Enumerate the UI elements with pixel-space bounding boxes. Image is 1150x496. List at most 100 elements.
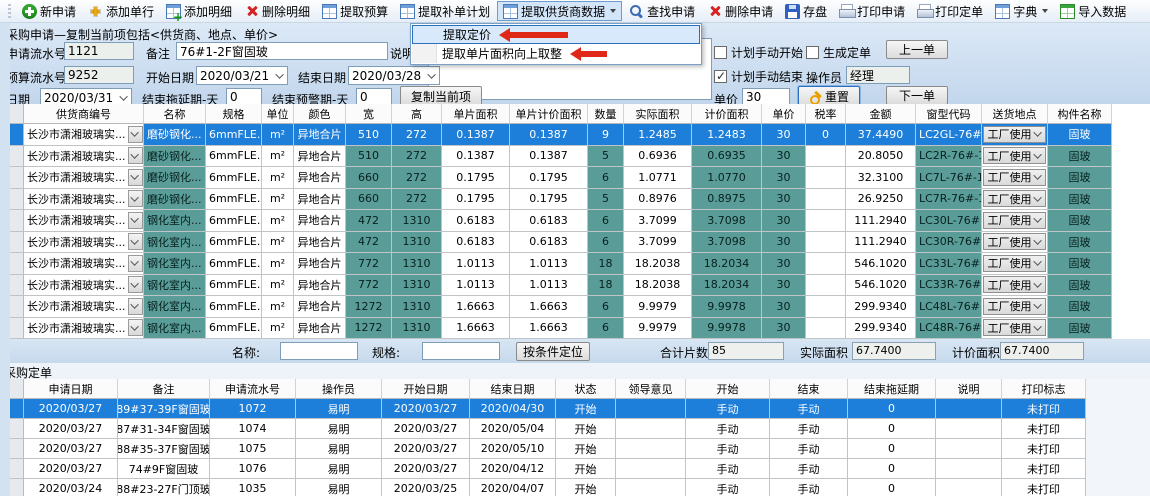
toolbar-button-delete-request[interactable]: 删除申请 [702, 1, 778, 21]
row-selector[interactable] [10, 459, 24, 479]
grid-cell[interactable]: 1.0113 [510, 275, 588, 297]
grid-cell[interactable]: 88#35-37F窗固玻 [118, 439, 210, 459]
grid-cell[interactable]: 1310 [392, 275, 442, 297]
grid-cell[interactable]: 2020/05/10 [470, 439, 556, 459]
grid-cell[interactable] [936, 439, 1002, 459]
grid-cell[interactable]: 32.3100 [846, 167, 916, 189]
grid-cell[interactable]: 1310 [392, 210, 442, 232]
delivery-combo[interactable]: 工厂使用 [983, 233, 1046, 250]
row-selector[interactable] [10, 296, 24, 318]
grid-cell[interactable] [806, 210, 846, 232]
grid-cell[interactable]: m² [262, 253, 294, 275]
grid-cell[interactable]: 0.1795 [442, 189, 510, 211]
column-header[interactable]: 打印标志 [1002, 379, 1086, 399]
grid-cell[interactable]: 手动 [686, 439, 770, 459]
column-header[interactable]: 单价 [762, 104, 806, 124]
grid-cell[interactable]: 长沙市潇湘玻璃实... [24, 189, 144, 211]
grid-cell[interactable]: 18.2034 [692, 253, 762, 275]
grid-cell[interactable]: 1.2483 [692, 124, 762, 146]
grid-cell[interactable] [616, 479, 686, 496]
grid-cell[interactable]: 工厂使用 [982, 275, 1048, 297]
grid-cell[interactable]: 易明 [296, 419, 382, 439]
column-header[interactable]: 数量 [588, 104, 624, 124]
grid-cell[interactable]: 6mmFLE... [206, 318, 262, 340]
grid-cell[interactable]: 长沙市潇湘玻璃实... [24, 253, 144, 275]
column-header[interactable]: 单片面积 [442, 104, 510, 124]
grid-cell[interactable]: 1.6663 [442, 296, 510, 318]
grid-cell[interactable]: 1072 [210, 399, 296, 419]
grid-cell[interactable]: 磨砂钢化... [144, 167, 206, 189]
grid-cell[interactable]: 异地合片 [294, 232, 346, 254]
delivery-combo[interactable]: 工厂使用 [983, 255, 1046, 272]
grid-cell[interactable]: 工厂使用 [982, 124, 1048, 146]
row-selector[interactable] [10, 439, 24, 459]
supplier-dropdown-button[interactable] [128, 298, 143, 315]
grid-cell[interactable]: 6mmFLE... [206, 146, 262, 168]
grid-cell[interactable] [616, 419, 686, 439]
toolbar-button-dictionary[interactable]: 字典 [990, 1, 1053, 21]
row-selector[interactable] [10, 253, 24, 275]
supplier-dropdown-button[interactable] [128, 212, 143, 229]
grid-cell[interactable]: 6mmFLE... [206, 253, 262, 275]
grid-cell[interactable]: 异地合片 [294, 253, 346, 275]
grid-cell[interactable]: 26.9250 [846, 189, 916, 211]
grid-cell[interactable] [616, 439, 686, 459]
grid-cell[interactable] [806, 296, 846, 318]
grid-cell[interactable]: m² [262, 124, 294, 146]
grid-cell[interactable]: 长沙市潇湘玻璃实... [24, 296, 144, 318]
grid-cell[interactable]: 工厂使用 [982, 253, 1048, 275]
grid-cell[interactable]: 钢化室内... [144, 253, 206, 275]
grid-cell[interactable]: 272 [392, 146, 442, 168]
grid-cell[interactable]: 长沙市潇湘玻璃实... [24, 275, 144, 297]
grid-cell[interactable]: 18.2034 [692, 275, 762, 297]
grid-cell[interactable]: m² [262, 318, 294, 340]
row-selector[interactable] [10, 275, 24, 297]
grid-cell[interactable]: 1310 [392, 318, 442, 340]
grid-cell[interactable]: 6 [588, 296, 624, 318]
column-header[interactable]: 结束 [770, 379, 848, 399]
grid-cell[interactable] [806, 167, 846, 189]
grid-cell[interactable]: 异地合片 [294, 318, 346, 340]
supplier-dropdown-button[interactable] [128, 319, 143, 336]
grid-cell[interactable]: m² [262, 210, 294, 232]
grid-cell[interactable]: 0.6183 [510, 232, 588, 254]
grid-cell[interactable]: 易明 [296, 479, 382, 496]
grid-cell[interactable]: 长沙市潇湘玻璃实... [24, 146, 144, 168]
toolbar-button-new-request[interactable]: 新申请 [17, 1, 81, 21]
grid-cell[interactable]: 9.9978 [692, 318, 762, 340]
delivery-combo[interactable]: 工厂使用 [983, 190, 1046, 207]
grid-cell[interactable]: 1310 [392, 253, 442, 275]
grid-cell[interactable]: 772 [346, 275, 392, 297]
end-date-combo[interactable]: 2020/03/28 [348, 66, 440, 85]
grid-cell[interactable]: 5 [588, 189, 624, 211]
grid-cell[interactable]: m² [262, 232, 294, 254]
column-header[interactable]: 送货地点 [982, 104, 1048, 124]
grid-cell[interactable]: 工厂使用 [982, 146, 1048, 168]
grid-cell[interactable]: 易明 [296, 439, 382, 459]
supplier-dropdown-button[interactable] [128, 276, 143, 293]
column-header[interactable]: 操作员 [296, 379, 382, 399]
grid-cell[interactable]: 9.9979 [624, 296, 692, 318]
grid-cell[interactable] [936, 479, 1002, 496]
grid-cell[interactable]: 6mmFLE... [206, 167, 262, 189]
grid-cell[interactable]: 0.6183 [442, 232, 510, 254]
manual-start-checkbox[interactable]: 计划手动开始 [714, 44, 803, 61]
grid-cell[interactable]: 30 [762, 146, 806, 168]
grid-cell[interactable]: 2020/03/27 [24, 419, 118, 439]
grid-cell[interactable]: 0.1387 [442, 146, 510, 168]
grid-cell[interactable]: 1076 [210, 459, 296, 479]
column-header[interactable]: 金额 [846, 104, 916, 124]
toolbar-button-extract-supplement-plan[interactable]: 提取补单计划 [395, 1, 495, 21]
grid-cell[interactable]: LC48L-76#... [916, 296, 982, 318]
copy-current-button[interactable]: 复制当前项 [400, 86, 482, 106]
grid-cell[interactable]: 0.1795 [442, 167, 510, 189]
grid-cell[interactable]: 手动 [770, 419, 848, 439]
grid-cell[interactable]: m² [262, 146, 294, 168]
spec-filter-input[interactable] [422, 342, 500, 360]
name-filter-input[interactable] [280, 342, 358, 360]
grid-cell[interactable]: 6mmFLE... [206, 189, 262, 211]
grid-cell[interactable]: 工厂使用 [982, 318, 1048, 340]
grid-cell[interactable]: 工厂使用 [982, 167, 1048, 189]
grid-cell[interactable]: m² [262, 167, 294, 189]
grid-cell[interactable]: 111.2940 [846, 210, 916, 232]
